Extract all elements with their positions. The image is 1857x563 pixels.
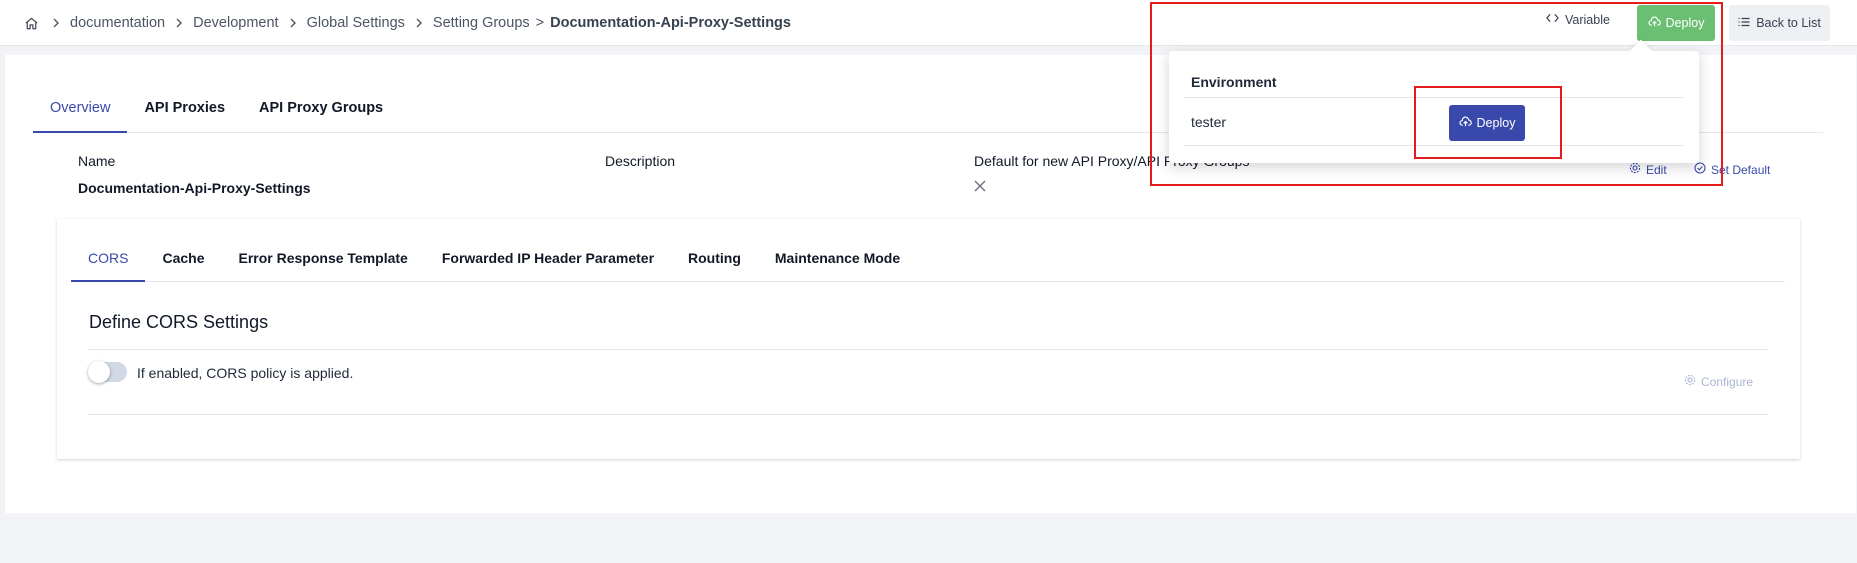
breadcrumb-current: Documentation-Api-Proxy-Settings	[550, 15, 791, 31]
configure-button[interactable]: Configure	[1684, 374, 1753, 389]
breadcrumb-item-documentation[interactable]: documentation	[70, 15, 165, 31]
tab-cors[interactable]: CORS	[71, 240, 146, 282]
breadcrumb-item-setting-groups[interactable]: Setting Groups	[433, 15, 530, 31]
chevron-right-icon	[52, 18, 60, 28]
configure-label: Configure	[1701, 374, 1754, 389]
divider	[88, 414, 1768, 415]
cors-toggle-label: If enabled, CORS policy is applied.	[137, 365, 354, 381]
tab-forwarded-ip-header-parameter[interactable]: Forwarded IP Header Parameter	[425, 240, 671, 282]
name-value: Documentation-Api-Proxy-Settings	[78, 180, 311, 196]
home-icon[interactable]	[24, 14, 42, 32]
tab-maintenance-mode[interactable]: Maintenance Mode	[758, 240, 917, 282]
chevron-right-icon	[415, 18, 423, 28]
tab-overview[interactable]: Overview	[33, 97, 128, 133]
tab-cache[interactable]: Cache	[145, 240, 221, 282]
list-icon	[1738, 16, 1750, 30]
close-icon	[973, 179, 987, 193]
breadcrumb-separator: >	[535, 15, 545, 31]
breadcrumb: documentation Development Global Setting…	[24, 14, 791, 32]
chevron-right-icon	[289, 18, 297, 28]
toggle-knob	[88, 361, 110, 383]
tab-routing[interactable]: Routing	[671, 240, 758, 282]
settings-tabs: CORS Cache Error Response Template Forwa…	[71, 240, 1785, 282]
tab-api-proxy-groups[interactable]: API Proxy Groups	[242, 97, 400, 133]
back-to-list-label: Back to List	[1756, 16, 1821, 30]
divider	[88, 349, 1768, 350]
gear-icon	[1684, 374, 1696, 389]
description-label: Description	[605, 153, 676, 169]
tab-error-response-template[interactable]: Error Response Template	[221, 240, 424, 282]
breadcrumb-item-global-settings[interactable]: Global Settings	[307, 15, 405, 31]
name-label: Name	[78, 153, 116, 169]
cors-section-title: Define CORS Settings	[89, 312, 269, 332]
chevron-right-icon	[175, 18, 183, 28]
highlight-box	[1414, 86, 1562, 159]
back-to-list-button[interactable]: Back to List	[1729, 5, 1830, 41]
tab-api-proxies[interactable]: API Proxies	[127, 97, 242, 133]
cors-toggle[interactable]	[88, 361, 127, 383]
breadcrumb-item-development[interactable]: Development	[193, 15, 278, 31]
